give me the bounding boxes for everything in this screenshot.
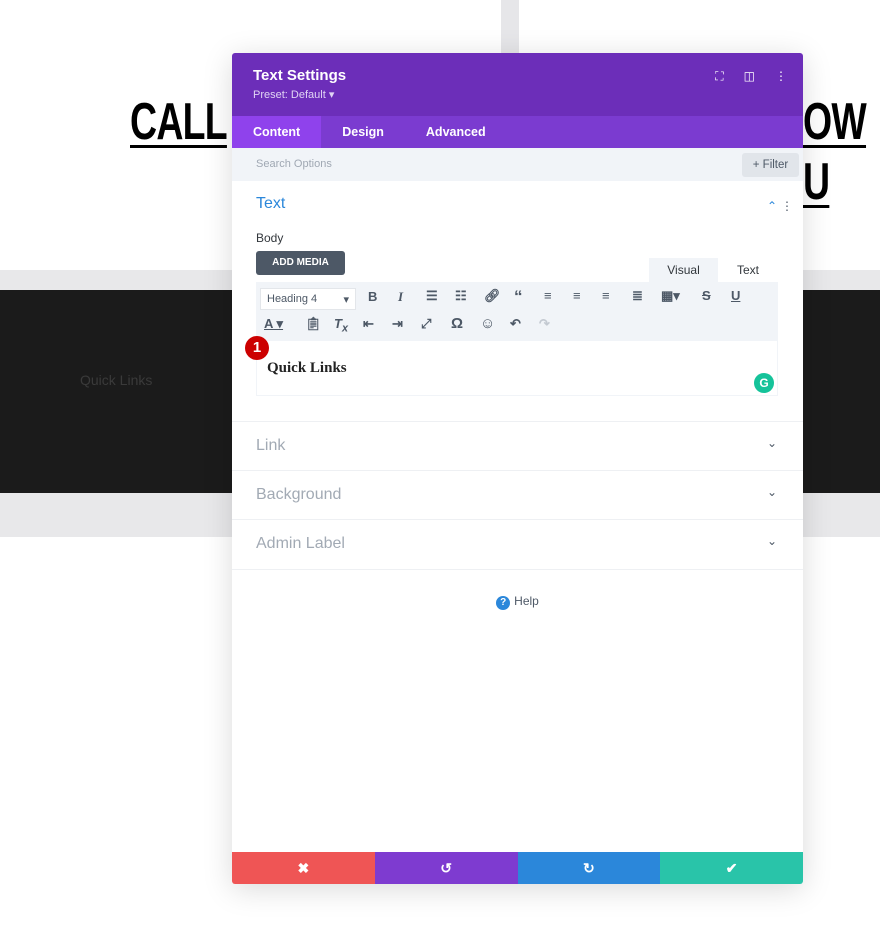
search-options-input[interactable]: Search Options + Filter — [232, 148, 803, 181]
modal-title: Text Settings — [253, 67, 347, 84]
page-heading-right: OW U — [803, 93, 867, 211]
help-label: Help — [514, 594, 539, 608]
preset-dropdown[interactable]: Preset: Default ▾ — [253, 88, 782, 101]
section-admin-label-title: Admin Label — [256, 535, 345, 552]
modal-footer: ✖ ↺ ↻ ✔ — [232, 852, 803, 884]
help-link[interactable]: ? Help — [232, 594, 803, 610]
justify-icon[interactable]: ≣ — [632, 288, 643, 304]
add-media-button[interactable]: ADD MEDIA — [256, 251, 345, 275]
chevron-down-icon: ⌄ — [766, 534, 777, 548]
fullscreen-icon[interactable]: ⛶ — [715, 69, 723, 84]
editor-text: Quick Links — [267, 360, 347, 376]
page-heading-left: CALL — [130, 93, 228, 151]
editor-toolbar: Heading 4 ▾ B I ☰ ☷ 🔗︎ “ ≡ ≡ ≡ ≣ ▦▾ S U A… — [256, 282, 778, 340]
blockquote-icon[interactable]: “ — [514, 287, 523, 307]
strikethrough-icon[interactable]: S — [702, 288, 711, 303]
tab-bar: Content Design Advanced — [232, 116, 803, 148]
text-settings-modal: Text Settings Preset: Default ▾ ⛶ ◫ ⋮ Co… — [232, 53, 803, 884]
link-icon[interactable]: 🔗︎ — [484, 288, 501, 304]
redo-button[interactable]: ↻ — [517, 852, 661, 884]
tab-advanced[interactable]: Advanced — [405, 116, 507, 148]
more-icon[interactable]: ⋮ — [775, 69, 787, 84]
section-background-title: Background — [256, 486, 342, 503]
emoji-icon[interactable]: ☺ — [480, 315, 495, 332]
clear-format-icon[interactable]: Tx — [334, 316, 348, 335]
redo-icon[interactable]: ↷ — [539, 316, 550, 332]
text-tab[interactable]: Text — [718, 258, 778, 282]
format-select[interactable]: Heading 4 ▾ — [260, 288, 356, 310]
bold-icon[interactable]: B — [368, 289, 377, 304]
visual-tab[interactable]: Visual — [649, 258, 718, 282]
paste-text-icon[interactable]: 📋︎ — [305, 316, 322, 332]
undo-icon[interactable]: ↶ — [510, 316, 521, 332]
section-more-icon[interactable]: ⋮ — [781, 199, 793, 213]
chevron-down-icon: ⌄ — [766, 436, 777, 450]
fullscreen-editor-icon[interactable]: ⤢ — [421, 316, 431, 332]
format-select-value: Heading 4 — [267, 293, 318, 305]
editor-content-area[interactable]: Quick Links — [256, 340, 778, 396]
footer-quick-links: Quick Links — [80, 372, 153, 388]
help-icon: ? — [496, 596, 511, 610]
text-color-icon[interactable]: A ▾ — [264, 316, 283, 332]
tab-content[interactable]: Content — [232, 116, 322, 148]
outdent-icon[interactable]: ⇤ — [363, 316, 374, 332]
table-icon[interactable]: ▦▾ — [661, 288, 680, 304]
align-center-icon[interactable]: ≡ — [573, 288, 581, 303]
section-background[interactable]: Background ⌄ — [232, 470, 803, 519]
tab-design[interactable]: Design — [321, 116, 405, 148]
grammarly-icon[interactable]: G — [754, 373, 774, 393]
section-link-title: Link — [256, 437, 286, 454]
split-view-icon[interactable]: ◫ — [744, 69, 755, 84]
underline-icon[interactable]: U — [731, 288, 740, 303]
modal-header: Text Settings Preset: Default ▾ ⛶ ◫ ⋮ — [232, 53, 803, 116]
italic-icon[interactable]: I — [398, 289, 403, 305]
align-left-icon[interactable]: ≡ — [544, 288, 552, 303]
cancel-button[interactable]: ✖ — [232, 852, 375, 884]
chevron-down-icon: ⌄ — [766, 485, 777, 499]
page-divider — [501, 0, 519, 53]
numbered-list-icon[interactable]: ☷ — [455, 288, 467, 304]
section-link[interactable]: Link ⌄ — [232, 421, 803, 470]
chevron-up-icon[interactable]: ⌃ — [767, 199, 777, 213]
section-admin-label[interactable]: Admin Label ⌄ — [232, 519, 803, 570]
filter-button[interactable]: + Filter — [742, 153, 799, 177]
text-section-title[interactable]: Text — [256, 195, 285, 213]
search-placeholder: Search Options — [256, 158, 332, 170]
bullet-list-icon[interactable]: ☰ — [426, 288, 438, 304]
body-label: Body — [256, 231, 284, 245]
undo-button[interactable]: ↺ — [374, 852, 518, 884]
special-character-icon[interactable]: Ω — [451, 315, 463, 332]
step-badge: 1 — [245, 336, 269, 360]
save-button[interactable]: ✔ — [660, 852, 803, 884]
indent-icon[interactable]: ⇥ — [392, 316, 403, 332]
align-right-icon[interactable]: ≡ — [602, 288, 610, 303]
